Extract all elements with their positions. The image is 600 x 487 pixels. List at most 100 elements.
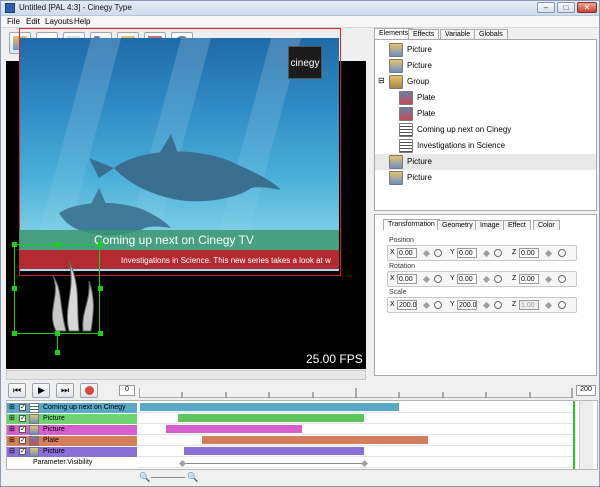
go-to-end-button[interactable]: ⏭ (56, 383, 74, 398)
expand-icon[interactable]: ⊟ (378, 76, 385, 85)
keyframe-icon[interactable] (482, 275, 491, 284)
link-icon[interactable] (434, 301, 442, 309)
tree-item-picture-selected[interactable]: Picture (375, 154, 596, 170)
link-icon[interactable] (558, 249, 566, 257)
link-icon[interactable] (558, 275, 566, 283)
minimize-button[interactable]: – (537, 2, 555, 13)
clip-bar[interactable] (178, 414, 364, 422)
zoom-slider[interactable] (151, 477, 185, 478)
visibility-checkbox[interactable]: ✓ (19, 448, 26, 455)
rotation-handle[interactable] (55, 350, 60, 355)
timeline-ruler[interactable] (138, 384, 573, 398)
tree-item-plate[interactable]: Plate (375, 106, 596, 122)
preview-horizontal-scrollbar[interactable] (6, 370, 366, 380)
expand-icon[interactable]: ⊞ (9, 414, 15, 424)
tree-item-picture[interactable]: Picture (375, 42, 596, 58)
tab-effect[interactable]: Effect (503, 220, 531, 230)
link-icon[interactable] (434, 249, 442, 257)
parameter-row[interactable]: Parameter.Visibility (7, 458, 137, 468)
tab-variable[interactable]: Variable (440, 29, 476, 39)
tab-effects[interactable]: Effects (408, 29, 440, 39)
record-button[interactable] (80, 383, 98, 398)
tracks-vertical-scrollbar[interactable] (579, 401, 593, 469)
keyframe-icon[interactable] (544, 249, 553, 258)
visibility-checkbox[interactable]: ✓ (19, 415, 26, 422)
resize-handle[interactable] (55, 242, 60, 247)
scale-x-input[interactable]: 200.0 (397, 300, 417, 310)
tab-color[interactable]: Color (533, 220, 560, 230)
track-row[interactable]: ⊟ ✓ Picture (7, 447, 137, 457)
play-icon: ▶ (38, 385, 45, 395)
position-y-input[interactable]: 0.00 (457, 248, 477, 258)
selection-box[interactable] (14, 244, 100, 334)
track-row[interactable]: ⊞ ✓ Coming up next on Cinegy (7, 403, 137, 413)
menu-file[interactable]: File (7, 17, 20, 26)
tab-transformation[interactable]: Transformation (383, 219, 440, 230)
expand-icon[interactable]: ⊞ (9, 403, 15, 413)
resize-handle[interactable] (12, 286, 17, 291)
timeline-start-field[interactable]: 0 (119, 385, 135, 396)
go-to-start-button[interactable]: ⏮ (8, 383, 26, 398)
visibility-checkbox[interactable]: ✓ (19, 404, 26, 411)
resize-handle[interactable] (12, 331, 17, 336)
zoom-in-icon[interactable]: 🔍 (187, 472, 198, 483)
close-button[interactable]: ✕ (577, 2, 597, 13)
play-button[interactable]: ▶ (32, 383, 50, 398)
link-icon[interactable] (558, 301, 566, 309)
resize-handle[interactable] (98, 331, 103, 336)
rotation-z-input[interactable]: 0.00 (519, 274, 539, 284)
keyframe-icon[interactable] (422, 275, 431, 284)
tree-item-text[interactable]: Investigations in Science (375, 138, 596, 154)
rotation-x-input[interactable]: 0.00 (397, 274, 417, 284)
keyframe-icon[interactable] (482, 249, 491, 258)
keyframe-icon[interactable] (544, 301, 553, 310)
fps-readout: 25.00 FPS (306, 352, 363, 366)
tree-item-picture[interactable]: Picture (375, 170, 596, 186)
tree-item-group[interactable]: ⊟ Group (375, 74, 596, 90)
keyframe-icon[interactable] (178, 459, 187, 468)
playhead-end-marker[interactable] (573, 401, 575, 469)
clip-bar[interactable] (184, 447, 364, 455)
link-icon[interactable] (494, 249, 502, 257)
keyframe-icon[interactable] (422, 249, 431, 258)
collapse-icon[interactable]: ⊟ (9, 447, 15, 457)
clip-bar[interactable] (166, 425, 302, 433)
zoom-out-icon[interactable]: 🔍 (139, 472, 150, 483)
expand-icon[interactable]: ⊞ (9, 436, 15, 446)
resize-handle[interactable] (12, 242, 17, 247)
maximize-button[interactable]: □ (557, 2, 575, 13)
tab-globals[interactable]: Globals (474, 29, 508, 39)
menu-help[interactable]: Help (74, 17, 90, 26)
tree-item-text[interactable]: Coming up next on Cinegy (375, 122, 596, 138)
tab-image[interactable]: Image (475, 220, 505, 230)
link-icon[interactable] (494, 301, 502, 309)
tree-item-label: Plate (417, 93, 436, 102)
link-icon[interactable] (434, 275, 442, 283)
tab-geometry[interactable]: Geometry (437, 220, 478, 230)
track-row[interactable]: ⊞ ✓ Plate (7, 436, 137, 446)
scale-y-input[interactable]: 200.0 (457, 300, 477, 310)
resize-handle[interactable] (98, 286, 103, 291)
menu-edit[interactable]: Edit (26, 17, 40, 26)
tree-item-plate[interactable]: Plate (375, 90, 596, 106)
visibility-checkbox[interactable]: ✓ (19, 437, 26, 444)
keyframe-icon[interactable] (482, 301, 491, 310)
resize-handle[interactable] (98, 242, 103, 247)
rotation-y-input[interactable]: 0.00 (457, 274, 477, 284)
track-row[interactable]: ⊞ ✓ Picture (7, 425, 137, 435)
position-z-input[interactable]: 0.00 (519, 248, 539, 258)
keyframe-icon[interactable] (360, 459, 369, 468)
tree-item-picture[interactable]: Picture (375, 58, 596, 74)
keyframe-icon[interactable] (544, 275, 553, 284)
skip-back-icon: ⏮ (13, 385, 22, 395)
clip-bar[interactable] (202, 436, 428, 444)
track-row[interactable]: ⊞ ✓ Picture (7, 414, 137, 424)
visibility-checkbox[interactable]: ✓ (19, 426, 26, 433)
link-icon[interactable] (494, 275, 502, 283)
clip-bar[interactable] (140, 403, 399, 411)
timeline-end-field[interactable]: 200 (576, 385, 596, 396)
position-x-input[interactable]: 0.00 (397, 248, 417, 258)
menu-layouts[interactable]: Layouts (45, 17, 73, 26)
keyframe-icon[interactable] (422, 301, 431, 310)
expand-icon[interactable]: ⊞ (9, 425, 15, 435)
